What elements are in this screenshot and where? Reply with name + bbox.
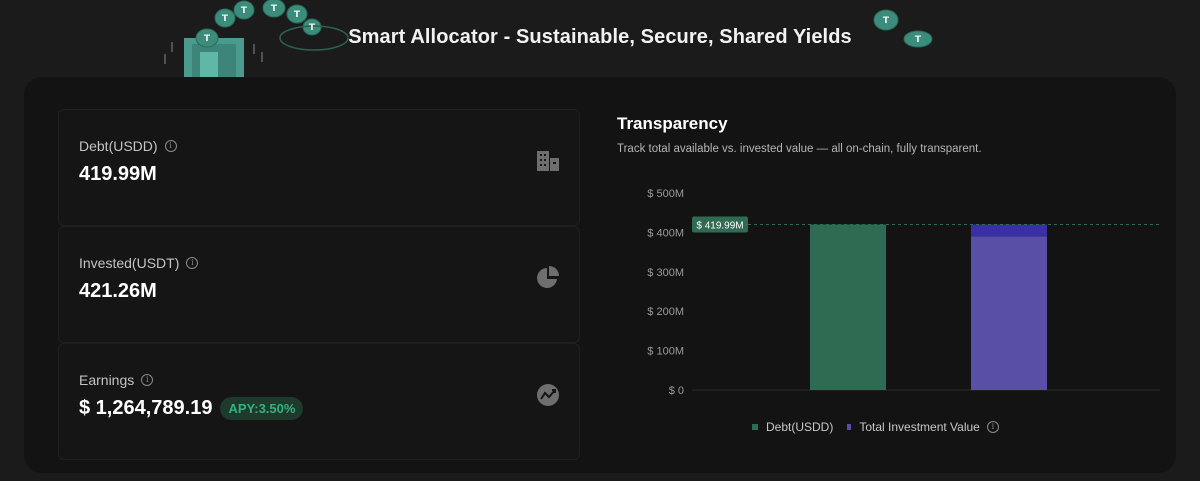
info-icon[interactable]: i [164,140,177,152]
svg-text:T: T [271,4,278,14]
y-tick-label: $ 400M [647,227,684,239]
y-tick-label: $ 300M [647,267,684,279]
debt-stat: Debt(USDD) i 419.99M [58,109,580,226]
earnings-value: $ 1,264,789.19 [79,397,213,419]
banner: TTT TTT TT Smart Allocator - Sustainable… [0,0,1200,78]
earnings-label: Earnings [79,372,135,388]
pie-chart-icon [537,266,559,288]
smart-allocator-card: Debt(USDD) i 419.99M Invested(USDT) i 42… [24,77,1176,473]
apy-badge: APY:3.50% [220,397,304,420]
invested-stat: Invested(USDT) i 421.26M [58,226,580,343]
legend-item-debt[interactable]: Debt(USDD) [752,420,833,434]
y-tick-label: $ 500M [647,188,684,200]
earnings-stat: Earnings i $ 1,264,789.19 APY:3.50% [58,343,580,460]
invested-value: 421.26M [79,280,157,302]
earnings-value-row: $ 1,264,789.19 APY:3.50% [79,397,304,420]
info-icon[interactable]: i [186,257,199,269]
building-icon [537,151,559,171]
svg-text:T: T [294,10,301,20]
debt-label: Debt(USDD) [79,138,158,154]
debt-value: 419.99M [79,163,157,185]
info-icon[interactable]: i [141,374,154,386]
transparency-subtitle: Track total available vs. invested value… [617,143,982,155]
info-icon[interactable]: i [986,421,999,433]
invested-bar-top [971,224,1047,237]
chart-legend: Debt(USDD) Total Investment Value i [752,420,1013,434]
banner-title: Smart Allocator - Sustainable, Secure, S… [348,26,852,48]
y-tick-label: $ 200M [647,306,684,318]
legend-label-invested: Total Investment Value [859,420,980,434]
trend-chart-icon [537,384,559,406]
y-tick-label: $ 100M [647,346,684,358]
transparency-title: Transparency [617,114,728,133]
legend-swatch-invested [847,424,852,430]
svg-text:T: T [222,14,229,24]
svg-text:T: T [241,6,248,16]
debt-bar [810,224,886,390]
invested-label: Invested(USDT) [79,255,180,271]
y-tick-label: $ 0 [669,385,684,397]
transparency-chart: $ 0 $ 100M $ 200M $ 300M $ 400M $ 500M $ 419.9… [647,188,1160,397]
reference-label: $ 419.99M [696,221,743,232]
legend-label-debt: Debt(USDD) [766,420,834,434]
invested-bar [971,236,1047,390]
svg-text:T: T [883,16,890,26]
legend-item-invested[interactable]: Total Investment Value i [847,420,999,434]
legend-swatch-debt [752,424,758,430]
